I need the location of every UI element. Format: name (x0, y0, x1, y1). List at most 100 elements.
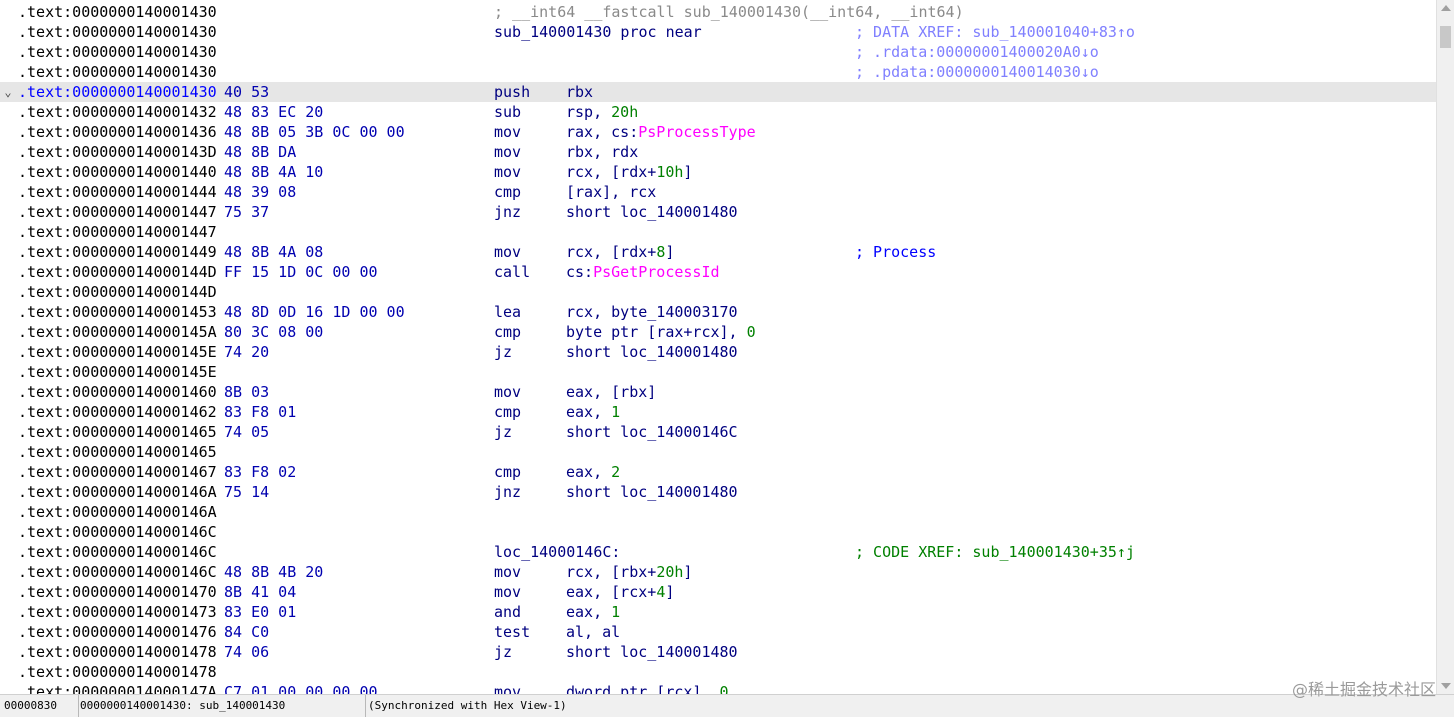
line-address[interactable]: .text:0000000140001460 (18, 382, 217, 402)
line-address[interactable]: .text:0000000140001430 (18, 62, 217, 82)
instruction-mnemonic[interactable]: jnz (494, 202, 521, 222)
line-address[interactable]: .text:0000000140001444 (18, 182, 217, 202)
disasm-line[interactable]: .text:000000014000144D (0, 282, 1436, 302)
instruction-operands[interactable]: short loc_14000146C (566, 422, 738, 442)
instruction-mnemonic[interactable]: push (494, 82, 530, 102)
line-address[interactable]: .text:0000000140001476 (18, 622, 217, 642)
disasm-line[interactable]: .text:0000000140001465 (0, 442, 1436, 462)
instruction-mnemonic[interactable]: mov (494, 562, 521, 582)
instruction-operands[interactable]: short loc_140001480 (566, 342, 738, 362)
instruction-operands[interactable]: rcx, byte_140003170 (566, 302, 738, 322)
instruction-operands[interactable]: rax, cs:PsProcessType (566, 122, 756, 142)
line-address[interactable]: .text:0000000140001462 (18, 402, 217, 422)
disasm-line[interactable]: .text:0000000140001465 74 05 jz short loc_1… (0, 422, 1436, 442)
disasm-line[interactable]: .text:000000014000145E 74 20 jz short loc_1… (0, 342, 1436, 362)
instruction-mnemonic[interactable]: jz (494, 342, 512, 362)
vertical-scrollbar[interactable] (1436, 0, 1454, 694)
line-address[interactable]: .text:0000000140001440 (18, 162, 217, 182)
scrollbar-thumb[interactable] (1440, 26, 1451, 48)
code-label[interactable]: sub_140001430 proc near (494, 22, 702, 42)
collapse-arrow-icon[interactable]: ⌄ (2, 82, 14, 102)
instruction-mnemonic[interactable]: cmp (494, 182, 521, 202)
line-address[interactable]: .text:000000014000147A (18, 682, 217, 694)
instruction-operands[interactable]: cs:PsGetProcessId (566, 262, 720, 282)
disasm-line[interactable]: .text:0000000140001447 (0, 222, 1436, 242)
instruction-mnemonic[interactable]: mov (494, 142, 521, 162)
disasm-line[interactable]: .text:0000000140001462 83 F8 01 cmp eax, 1 (0, 402, 1436, 422)
disasm-line[interactable]: .text:0000000140001436 48 8B 05 3B 0C 00 … (0, 122, 1436, 142)
disasm-line[interactable]: .text:000000014000145E (0, 362, 1436, 382)
disasm-line[interactable]: .text:0000000140001478 74 06 jz short loc_1… (0, 642, 1436, 662)
instruction-mnemonic[interactable]: sub (494, 102, 521, 122)
code-label[interactable]: loc_14000146C: (494, 542, 620, 562)
instruction-operands[interactable]: dword ptr [rcx], 0 (566, 682, 729, 694)
xref-comment[interactable]: ; CODE XREF: sub_140001430+35↑j (855, 542, 1135, 562)
disasm-line[interactable]: .text:0000000140001453 48 8D 0D 16 1D 00 … (0, 302, 1436, 322)
line-address[interactable]: .text:0000000140001453 (18, 302, 217, 322)
instruction-operands[interactable]: short loc_140001480 (566, 482, 738, 502)
line-address[interactable]: .text:000000014000146C (18, 542, 217, 562)
disasm-line[interactable]: .text:000000014000146C 48 8B 4B 20 mov rcx,… (0, 562, 1436, 582)
xref-comment[interactable]: ; .pdata:0000000140014030↓o (855, 62, 1099, 82)
instruction-operands[interactable]: eax, [rbx] (566, 382, 656, 402)
instruction-mnemonic[interactable]: mov (494, 242, 521, 262)
line-address[interactable]: .text:000000014000146C (18, 522, 217, 542)
disasm-line[interactable]: .text:000000014000146A (0, 502, 1436, 522)
disasm-line[interactable]: .text:0000000140001470 8B 41 04 mov eax, [r… (0, 582, 1436, 602)
instruction-mnemonic[interactable]: lea (494, 302, 521, 322)
disasm-line[interactable]: .text:0000000140001430 ; __int64 __fastca… (0, 2, 1436, 22)
instruction-operands[interactable]: rcx, [rbx+20h] (566, 562, 692, 582)
instruction-mnemonic[interactable]: call (494, 262, 530, 282)
instruction-mnemonic[interactable]: mov (494, 582, 521, 602)
disasm-line[interactable]: .text:000000014000143D 48 8B DA mov rbx, rd… (0, 142, 1436, 162)
instruction-operands[interactable]: al, al (566, 622, 620, 642)
instruction-mnemonic[interactable]: jz (494, 422, 512, 442)
disasm-line[interactable]: .text:0000000140001473 83 E0 01 and eax, 1 (0, 602, 1436, 622)
disasm-line[interactable]: .text:0000000140001430 ; .rdata:000000014… (0, 42, 1436, 62)
disasm-line[interactable]: .text:000000014000145A 80 3C 08 00 cmp byte… (0, 322, 1436, 342)
line-address[interactable]: .text:000000014000144D (18, 262, 217, 282)
instruction-mnemonic[interactable]: mov (494, 162, 521, 182)
disasm-line[interactable]: .text:0000000140001430 ; .pdata:000000014… (0, 62, 1436, 82)
instruction-mnemonic[interactable]: jz (494, 642, 512, 662)
scroll-up-arrow-icon[interactable] (1441, 5, 1451, 11)
line-address[interactable]: .text:000000014000145E (18, 342, 217, 362)
disasm-line[interactable]: .text:000000014000146C (0, 522, 1436, 542)
instruction-operands[interactable]: rcx, [rdx+10h] (566, 162, 692, 182)
instruction-operands[interactable]: rcx, [rdx+8] (566, 242, 674, 262)
line-address[interactable]: .text:0000000140001447 (18, 222, 217, 242)
line-address[interactable]: .text:0000000140001447 (18, 202, 217, 222)
instruction-mnemonic[interactable]: mov (494, 682, 521, 694)
instruction-operands[interactable]: eax, 1 (566, 602, 620, 622)
disasm-line[interactable]: .text:0000000140001447 75 37 jnz short loc_… (0, 202, 1436, 222)
import-symbol[interactable]: PsProcessType (638, 123, 755, 141)
disasm-line[interactable]: .text:0000000140001449 48 8B 4A 08 mov rcx,… (0, 242, 1436, 262)
instruction-operands[interactable]: byte ptr [rax+rcx], 0 (566, 322, 756, 342)
instruction-mnemonic[interactable]: and (494, 602, 521, 622)
line-address[interactable]: .text:0000000140001470 (18, 582, 217, 602)
instruction-operands[interactable]: eax, 2 (566, 462, 620, 482)
disasm-line-current[interactable]: ⌄ .text:0000000140001430 40 53 push rbx (0, 82, 1436, 102)
instruction-operands[interactable]: short loc_140001480 (566, 202, 738, 222)
line-address[interactable]: .text:0000000140001436 (18, 122, 217, 142)
instruction-mnemonic[interactable]: cmp (494, 402, 521, 422)
line-address[interactable]: .text:0000000140001432 (18, 102, 217, 122)
disasm-line[interactable]: .text:0000000140001476 84 C0 test al, al (0, 622, 1436, 642)
line-address[interactable]: .text:000000014000146A (18, 482, 217, 502)
disasm-line[interactable]: .text:0000000140001478 (0, 662, 1436, 682)
disasm-line[interactable]: .text:000000014000144D FF 15 1D 0C 00 00 c… (0, 262, 1436, 282)
disasm-line[interactable]: .text:000000014000146C loc_14000146C: ; CO… (0, 542, 1436, 562)
instruction-operands[interactable]: short loc_140001480 (566, 642, 738, 662)
line-address[interactable]: .text:000000014000145E (18, 362, 217, 382)
instruction-operands[interactable]: eax, [rcx+4] (566, 582, 674, 602)
instruction-mnemonic[interactable]: cmp (494, 322, 521, 342)
scroll-down-arrow-icon[interactable] (1441, 683, 1451, 689)
disasm-line[interactable]: .text:0000000140001432 48 83 EC 20 sub rsp,… (0, 102, 1436, 122)
line-address[interactable]: .text:0000000140001430 (18, 42, 217, 62)
line-address[interactable]: .text:0000000140001478 (18, 642, 217, 662)
xref-comment[interactable]: ; DATA XREF: sub_140001040+83↑o (855, 22, 1135, 42)
line-address[interactable]: .text:000000014000143D (18, 142, 217, 162)
xref-comment[interactable]: ; .rdata:00000001400020A0↓o (855, 42, 1099, 62)
line-address[interactable]: .text:000000014000145A (18, 322, 217, 342)
line-address[interactable]: .text:0000000140001430 (18, 2, 217, 22)
